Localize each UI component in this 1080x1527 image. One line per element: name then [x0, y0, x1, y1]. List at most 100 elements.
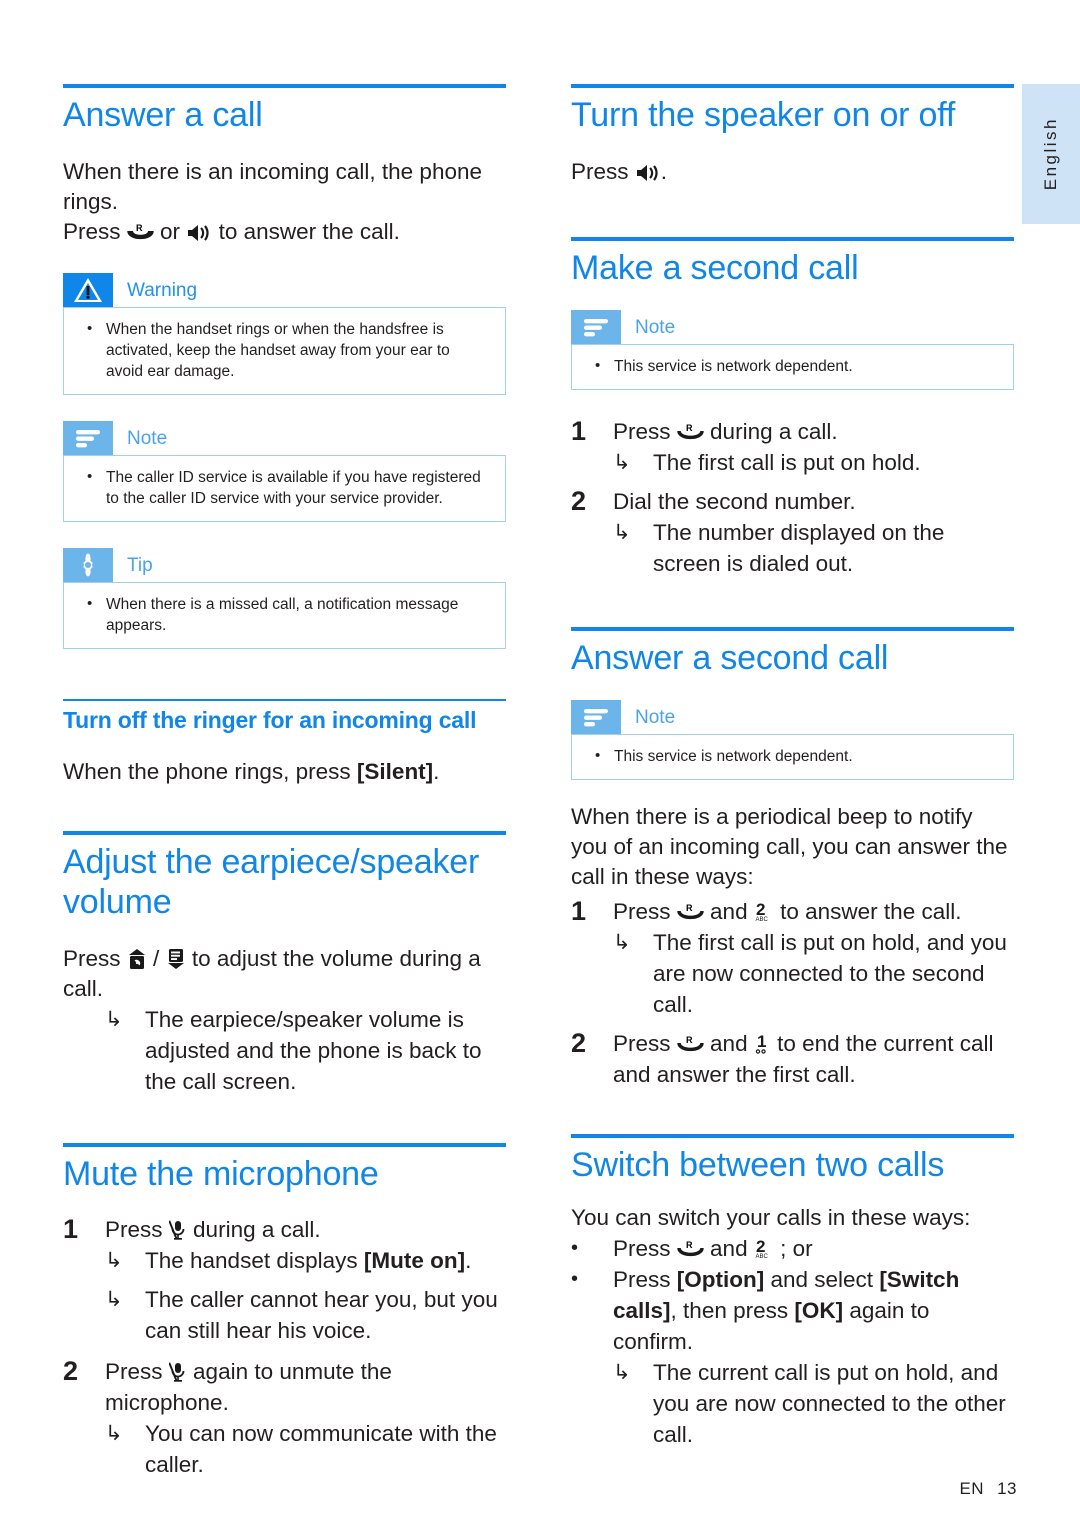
- step-1: 1 Press R during a call. ↳ The first cal…: [571, 416, 1014, 478]
- step-body: Press during a call. ↳ The handset displ…: [105, 1214, 506, 1346]
- press-label: Press: [613, 419, 671, 445]
- step-text-after: during a call.: [710, 419, 838, 445]
- result-text: The number displayed on the screen is di…: [653, 520, 945, 577]
- step-number: 2: [63, 1356, 79, 1387]
- warning-callout-title: Warning: [127, 279, 198, 301]
- footer-locale: EN: [959, 1479, 985, 1498]
- result-arrow-icon: ↳: [613, 1361, 631, 1385]
- note-callout: Note This service is network dependent.: [571, 700, 1014, 781]
- result-arrow-icon: ↳: [613, 451, 631, 475]
- bullet2-mid: and select: [764, 1267, 880, 1293]
- language-tab: English: [1022, 84, 1080, 224]
- press-label: Press: [613, 899, 671, 925]
- result-text: The earpiece/speaker volume is adjusted …: [145, 1006, 482, 1094]
- result-text: The handset displays [Mute on].: [145, 1245, 506, 1276]
- press-label: Press: [63, 219, 121, 245]
- and-label: and: [710, 1031, 748, 1057]
- or-label: or: [160, 219, 181, 245]
- result-row: ↳ You can now communicate with the calle…: [105, 1418, 506, 1480]
- step-number: 2: [571, 1028, 587, 1059]
- volume-up-key-icon: [127, 948, 147, 970]
- subsection-rule: [63, 699, 506, 702]
- tip-callout: Tip When there is a missed call, a notif…: [63, 548, 506, 650]
- mute-microphone-key-icon: [168, 1361, 187, 1383]
- list-item: When the handset rings or when the hands…: [78, 318, 491, 382]
- section-turn-off-ringer: Turn off the ringer for an incoming call…: [63, 699, 506, 787]
- section-rule: [571, 627, 1014, 632]
- note-icon: [571, 700, 621, 735]
- and-label: and: [710, 1236, 748, 1262]
- list-item: When there is a missed call, a notificat…: [78, 593, 491, 636]
- step-text-after: during a call.: [193, 1217, 321, 1243]
- press-label: Press: [63, 945, 121, 971]
- note-icon: [571, 310, 621, 345]
- press-label: Press: [613, 1267, 677, 1293]
- press-label: Press: [105, 1359, 163, 1385]
- step-text: Press R and 1 to end the current call an…: [613, 1028, 1014, 1090]
- press-label: Press: [105, 1217, 163, 1243]
- bullet-icon: •: [571, 1268, 579, 1291]
- section-title-make-second-call: Make a second call: [571, 249, 859, 288]
- option-softkey-label: [Option]: [676, 1267, 765, 1293]
- section-rule: [63, 830, 506, 835]
- answer-second-call-steps: 1 Press R and 2 ABC to answer the call.: [571, 896, 1014, 1090]
- note-list: The caller ID service is available if yo…: [78, 466, 491, 509]
- svg-text:ABC: ABC: [755, 1254, 768, 1260]
- answer-a-call-line1: When there is an incoming call, the phon…: [63, 159, 482, 215]
- note-callout-body: This service is network dependent.: [571, 344, 1014, 391]
- language-tab-label: English: [1041, 117, 1060, 191]
- note-callout-head: Note: [63, 421, 506, 456]
- silent-softkey-label: [Silent]: [356, 758, 434, 784]
- press-label: Press: [613, 1031, 671, 1057]
- section-turn-speaker: Turn the speaker on or off Press .: [571, 84, 1014, 187]
- bullet-text: Press R and 2 ABC ; or: [613, 1233, 1014, 1264]
- warning-icon: [63, 273, 113, 308]
- tip-list: When there is a missed call, a notificat…: [78, 593, 491, 636]
- note-callout-body: The caller ID service is available if yo…: [63, 455, 506, 523]
- step-text: Press R during a call.: [613, 416, 1014, 447]
- svg-text:ABC: ABC: [755, 917, 768, 923]
- svg-text:R: R: [686, 423, 693, 433]
- note-list: This service is network dependent.: [586, 745, 999, 767]
- adjust-volume-body: Press / to adjust the volume during a ca…: [63, 944, 506, 1004]
- svg-text:R: R: [686, 1240, 693, 1250]
- mute-steps: 1 Press during a call. ↳ The handset dis…: [63, 1214, 506, 1480]
- section-switch-calls: Switch between two calls You can switch …: [571, 1134, 1014, 1450]
- note-icon: [63, 421, 113, 456]
- mute-microphone-key-icon: [168, 1219, 187, 1241]
- section-rule: [63, 1142, 506, 1147]
- section-title-mute-microphone: Mute the microphone: [63, 1154, 379, 1193]
- result-prefix: The handset displays: [145, 1248, 364, 1274]
- ok-softkey-label: [OK]: [794, 1298, 844, 1324]
- result-row: ↳ The caller cannot hear you, but you ca…: [105, 1284, 506, 1346]
- step-body: Press again to unmute the microphone. ↳ …: [105, 1356, 506, 1480]
- turn-speaker-body: Press .: [571, 157, 1014, 187]
- section-title-adjust-volume: Adjust the earpiece/speaker volume: [63, 842, 480, 921]
- subsection-title-turn-off-ringer: Turn off the ringer for an incoming call: [63, 707, 477, 734]
- step-number: 1: [571, 896, 587, 927]
- result-arrow-icon: ↳: [105, 1007, 123, 1031]
- note-callout-head: Note: [571, 700, 1014, 735]
- note-callout: Note The caller ID service is available …: [63, 421, 506, 523]
- note-callout-title: Note: [635, 316, 676, 338]
- bullet-text: Press [Option] and select [Switch calls]…: [613, 1264, 1014, 1357]
- bullet-tail: ; or: [780, 1236, 813, 1262]
- list-item: • Press [Option] and select [Switch call…: [571, 1264, 1014, 1357]
- svg-text:R: R: [136, 223, 143, 233]
- result-text: You can now communicate with the caller.: [145, 1421, 497, 1478]
- switch-calls-bullets: • Press R and 2 ABC ; or • Press [Option…: [571, 1233, 1014, 1450]
- result-text: The first call is put on hold.: [653, 450, 921, 476]
- right-column: Turn the speaker on or off Press . Make …: [571, 84, 1014, 1450]
- note-callout-title: Note: [635, 706, 676, 728]
- press-label: Press: [571, 159, 629, 185]
- section-rule: [571, 237, 1014, 242]
- turn-speaker-tail: .: [660, 159, 668, 185]
- step-2: 2 Press R and 1 to end the current call …: [571, 1028, 1014, 1090]
- talk-key-icon: R: [677, 1240, 704, 1260]
- talk-key-icon: R: [677, 1035, 704, 1055]
- note-callout-title: Note: [127, 427, 168, 449]
- step-text-after: to answer the call.: [780, 899, 962, 925]
- step-number: 1: [571, 416, 587, 447]
- svg-text:R: R: [686, 903, 693, 913]
- section-title-answer-second-call: Answer a second call: [571, 639, 889, 678]
